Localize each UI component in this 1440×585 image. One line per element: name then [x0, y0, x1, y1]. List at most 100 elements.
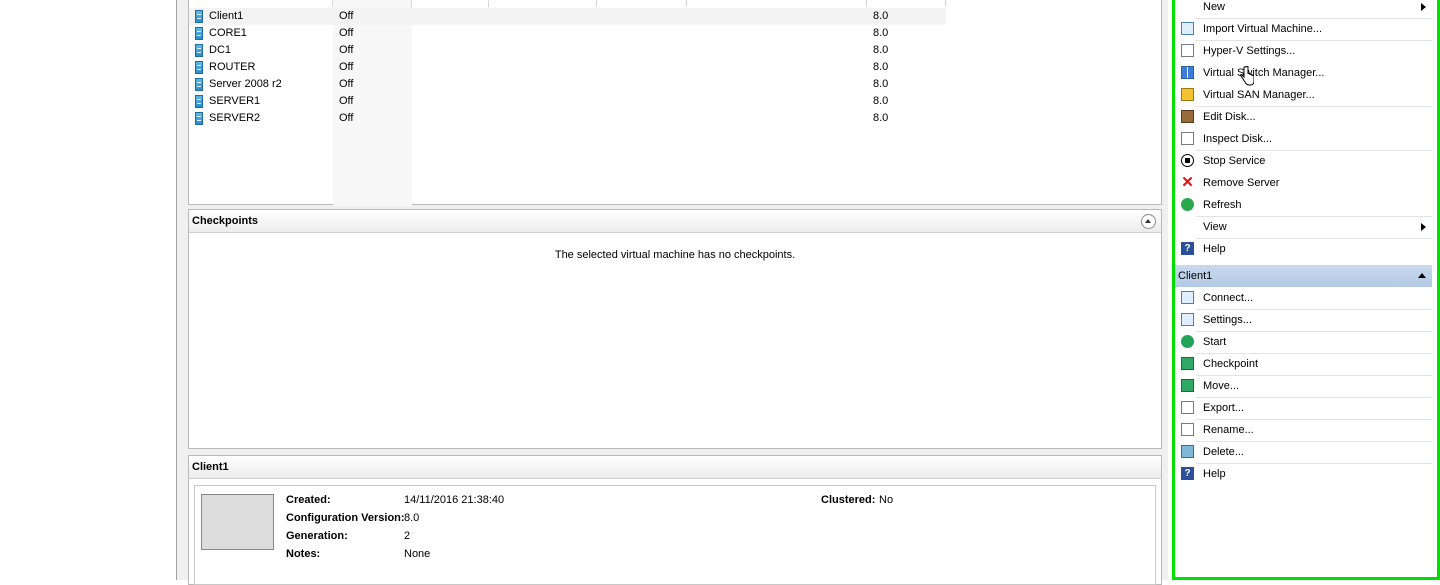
- action-export[interactable]: Export...: [1174, 397, 1432, 419]
- column-header-memory[interactable]: [489, 0, 597, 7]
- action-help[interactable]: ? Help: [1174, 238, 1432, 260]
- action-start[interactable]: Start: [1174, 331, 1432, 353]
- action-view[interactable]: View: [1174, 216, 1432, 238]
- vm-configuration-version: 8.0: [873, 44, 889, 56]
- vm-row[interactable]: Client1 Off 8.0: [189, 8, 946, 25]
- action-settings[interactable]: Settings...: [1174, 309, 1432, 331]
- virtual-machine-icon: [195, 27, 203, 40]
- checkpoints-title: Checkpoints: [189, 210, 1161, 233]
- column-header-state[interactable]: [333, 0, 412, 7]
- vm-name: ROUTER: [209, 61, 256, 73]
- vm-details-title: Client1: [189, 456, 1161, 479]
- center-pane: Client1 Off 8.0 CORE1 Off 8.0 DC1 Off 8.0 ROUTER O…: [183, 0, 1168, 585]
- configuration-version-value: 8.0: [404, 512, 420, 524]
- vm-summary-area: Created: 14/11/2016 21:38:40 Configurati…: [194, 485, 1156, 585]
- action-move[interactable]: Move...: [1174, 375, 1432, 397]
- start-icon: [1181, 335, 1194, 348]
- action-help[interactable]: ? Help: [1174, 463, 1432, 485]
- virtual-machine-icon: [195, 61, 203, 74]
- checkpoints-panel: Checkpoints The selected virtual machine…: [188, 209, 1162, 449]
- vm-name: SERVER1: [209, 95, 261, 107]
- column-header-cpu[interactable]: [412, 0, 489, 7]
- vm-configuration-version: 8.0: [873, 10, 889, 22]
- switch-icon: [1181, 66, 1194, 79]
- action-hyper-v-settings[interactable]: Hyper-V Settings...: [1174, 40, 1432, 62]
- vm-state: Off: [339, 27, 354, 39]
- refresh-icon: [1181, 198, 1194, 211]
- action-label: Settings...: [1203, 314, 1252, 326]
- settings-doc-icon: [1181, 44, 1194, 57]
- vm-state: Off: [339, 44, 354, 56]
- action-edit-disk[interactable]: Edit Disk...: [1174, 106, 1432, 128]
- vm-state: Off: [339, 95, 354, 107]
- navigation-tree-pane[interactable]: [0, 0, 177, 580]
- column-header-name[interactable]: [189, 0, 333, 7]
- vm-state: Off: [339, 78, 354, 90]
- action-stop-service[interactable]: Stop Service: [1174, 150, 1432, 172]
- action-label: Export...: [1203, 402, 1244, 414]
- vm-row[interactable]: Server 2008 r2 Off 8.0: [189, 76, 1161, 93]
- generation-value: 2: [404, 530, 411, 542]
- action-label: New: [1203, 1, 1226, 13]
- action-label: Connect...: [1203, 292, 1254, 304]
- column-header-uptime[interactable]: [597, 0, 687, 7]
- collapse-checkpoints-button[interactable]: [1141, 214, 1156, 229]
- action-label: Help: [1203, 468, 1226, 480]
- import-icon: [1181, 22, 1194, 35]
- vm-configuration-version: 8.0: [873, 95, 889, 107]
- created-label: Created:: [286, 494, 331, 506]
- created-value: 14/11/2016 21:38:40: [404, 494, 505, 506]
- action-import-virtual-machine[interactable]: Import Virtual Machine...: [1174, 18, 1432, 40]
- no-checkpoints-message: The selected virtual machine has no chec…: [554, 249, 796, 261]
- vm-actions-section-header[interactable]: Client1: [1174, 265, 1432, 287]
- vm-configuration-version: 8.0: [873, 112, 889, 124]
- help-icon: ?: [1181, 467, 1194, 480]
- action-rename[interactable]: Rename...: [1174, 419, 1432, 441]
- action-label: Remove Server: [1203, 177, 1280, 189]
- vm-row[interactable]: DC1 Off 8.0: [189, 42, 1161, 59]
- vm-settings-icon: [1181, 313, 1194, 326]
- vm-row[interactable]: ROUTER Off 8.0: [189, 59, 1161, 76]
- action-label: Delete...: [1203, 446, 1244, 458]
- checkpoint-icon: [1181, 357, 1194, 370]
- virtual-machine-icon: [195, 112, 203, 125]
- column-header-status[interactable]: [687, 0, 867, 7]
- vm-row[interactable]: SERVER1 Off 8.0: [189, 93, 1161, 110]
- generation-label: Generation:: [286, 530, 348, 542]
- vm-row[interactable]: CORE1 Off 8.0: [189, 25, 1161, 42]
- action-remove-server[interactable]: ✕ Remove Server: [1174, 172, 1432, 194]
- action-virtual-san-manager[interactable]: Virtual SAN Manager...: [1174, 84, 1432, 106]
- vm-thumbnail[interactable]: [201, 494, 274, 550]
- hand-cursor-icon: [1240, 66, 1254, 86]
- action-label: View: [1203, 221, 1227, 233]
- virtual-machine-icon: [195, 10, 203, 23]
- delete-icon: [1181, 445, 1194, 458]
- action-connect[interactable]: Connect...: [1174, 287, 1432, 309]
- action-label: Virtual Switch Manager...: [1203, 67, 1325, 79]
- vm-configuration-version: 8.0: [873, 61, 889, 73]
- action-label: Checkpoint: [1203, 358, 1259, 370]
- move-icon: [1181, 379, 1194, 392]
- submenu-arrow-icon: [1421, 223, 1426, 231]
- action-label: Edit Disk...: [1203, 111, 1256, 123]
- virtual-machine-icon: [195, 44, 203, 57]
- collapse-up-icon[interactable]: [1418, 273, 1426, 278]
- clustered-value: No: [879, 494, 894, 506]
- action-checkpoint[interactable]: Checkpoint: [1174, 353, 1432, 375]
- submenu-arrow-icon: [1421, 3, 1426, 11]
- virtual-machines-list[interactable]: Client1 Off 8.0 CORE1 Off 8.0 DC1 Off 8.0 ROUTER O…: [188, 0, 1162, 206]
- action-inspect-disk[interactable]: Inspect Disk...: [1174, 128, 1432, 150]
- action-label: Hyper-V Settings...: [1203, 45, 1296, 57]
- column-header-version[interactable]: [867, 0, 946, 7]
- vm-row[interactable]: SERVER2 Off 8.0: [189, 110, 1161, 127]
- connect-icon: [1181, 291, 1194, 304]
- action-delete[interactable]: Delete...: [1174, 441, 1432, 463]
- vm-name: DC1: [209, 44, 232, 56]
- action-refresh[interactable]: Refresh: [1174, 194, 1432, 216]
- action-new[interactable]: New: [1174, 0, 1432, 18]
- vm-name: Client1: [209, 10, 244, 22]
- vm-name: CORE1: [209, 27, 247, 39]
- vm-state: Off: [339, 61, 354, 73]
- vm-name: SERVER2: [209, 112, 261, 124]
- action-virtual-switch-manager[interactable]: Virtual Switch Manager...: [1174, 62, 1432, 84]
